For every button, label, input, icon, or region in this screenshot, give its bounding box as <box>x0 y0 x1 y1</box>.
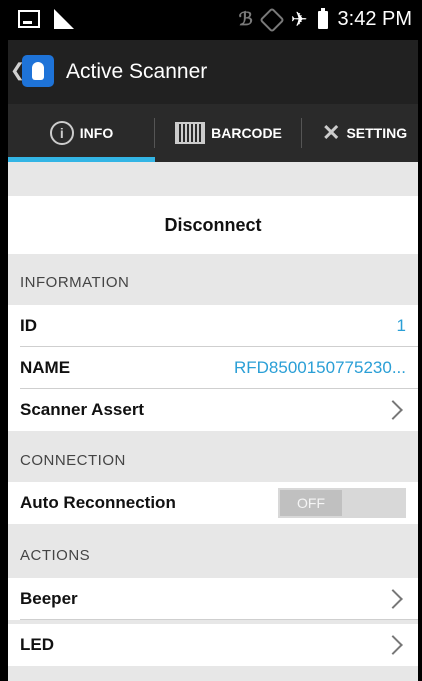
section-header-information: INFORMATION <box>20 274 130 291</box>
tab-info-label: INFO <box>79 125 114 141</box>
name-value: RFD8500150775230... <box>233 358 406 377</box>
barcode-icon <box>175 122 206 144</box>
scanner-assert-label: Scanner Assert <box>20 400 145 419</box>
auto-reconnection-toggle[interactable]: OFF <box>278 488 406 518</box>
row-scanner-assert[interactable]: Scanner Assert <box>8 389 418 431</box>
wrench-icon: ✕ <box>322 120 341 145</box>
tab-barcode-label: BARCODE <box>211 125 282 141</box>
scanner-app-icon[interactable] <box>22 55 54 87</box>
row-id: ID 1 <box>8 305 418 347</box>
battery-icon <box>317 7 328 29</box>
signal-icon <box>54 9 74 29</box>
tab-barcode[interactable]: BARCODE <box>155 104 302 162</box>
row-auto-reconnection: Auto Reconnection OFF <box>8 482 418 524</box>
chevron-right-icon <box>383 400 403 420</box>
disconnect-label: Disconnect <box>164 214 262 235</box>
row-name: NAME RFD8500150775230... <box>8 347 418 389</box>
rotation-icon <box>259 6 285 33</box>
scanner-info-panel: Disconnect INFORMATION ID 1 NAME RFD8500… <box>8 162 418 681</box>
action-bar: ❮ Active Scanner <box>8 40 418 104</box>
led-label: LED <box>20 635 54 654</box>
disconnect-button[interactable]: Disconnect <box>8 196 418 254</box>
section-header-actions: ACTIONS <box>20 547 91 564</box>
app-screen: ℬ ✈ 3:42 PM ❮ Active Scanner i INFO BARC… <box>8 0 418 681</box>
tab-info[interactable]: i INFO <box>8 104 155 162</box>
toggle-state-label: OFF <box>280 490 342 516</box>
page-title: Active Scanner <box>66 60 208 83</box>
id-value: 1 <box>396 316 406 335</box>
row-beeper[interactable]: Beeper <box>8 578 418 620</box>
row-led[interactable]: LED <box>8 624 418 666</box>
id-label: ID <box>20 316 37 335</box>
tab-setting-label: SETTING <box>346 125 408 141</box>
chevron-right-icon <box>383 635 403 655</box>
beeper-label: Beeper <box>20 589 78 608</box>
info-icon: i <box>49 121 74 145</box>
airplane-mode-icon: ✈ <box>290 9 308 31</box>
section-header-connection: CONNECTION <box>20 452 126 469</box>
chevron-right-icon <box>383 589 403 609</box>
auto-reconnection-label: Auto Reconnection <box>20 493 176 512</box>
bluetooth-icon: ℬ <box>238 9 253 29</box>
tab-bar: i INFO BARCODE ✕ SETTING <box>8 104 418 162</box>
row-divider <box>20 619 418 620</box>
image-notification-icon <box>18 10 40 28</box>
status-time: 3:42 PM <box>337 8 412 30</box>
name-label: NAME <box>20 358 71 377</box>
tab-setting[interactable]: ✕ SETTING <box>302 104 418 162</box>
status-bar: ℬ ✈ 3:42 PM <box>8 0 418 40</box>
